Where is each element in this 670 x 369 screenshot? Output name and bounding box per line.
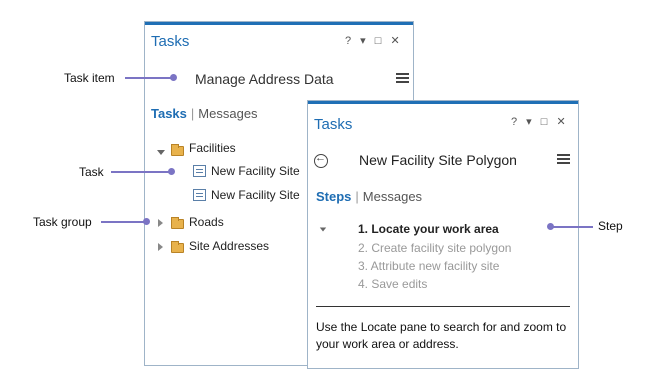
menu-icon[interactable] [557,154,570,165]
tab-separator: | [355,189,359,204]
pane-title: Tasks [314,116,353,133]
tasks-pane-front: Tasks ? ▾ □ ✕ New Facility Site Polygon … [307,100,579,369]
callout-line [101,221,147,223]
folder-icon [171,241,184,253]
folder-icon [171,144,184,156]
menu-icon[interactable] [396,73,409,84]
tab-messages[interactable]: Messages [363,189,422,204]
step-instructions: Use the Locate pane to search for and zo… [316,320,567,351]
back-arrow-icon[interactable] [314,152,328,168]
pane-accent-bar [308,101,578,104]
expand-arrow-icon[interactable] [157,150,165,155]
callout-task-group-label: Task group [33,215,92,229]
task-title: New Facility Site Polygon [359,152,517,168]
collapse-arrow-icon[interactable] [158,219,163,227]
callout-line [551,226,593,228]
pane-tabs: Steps | Messages [316,189,422,204]
callout-dot [168,168,175,175]
divider [316,306,570,307]
folder-icon [171,217,184,229]
window-controls[interactable]: ? ▾ □ ✕ [511,115,569,128]
task-icon [193,165,206,177]
callout-dot [170,74,177,81]
step-item[interactable]: 4. Save edits [358,277,427,291]
collapse-arrow-icon[interactable] [158,243,163,251]
callout-dot [143,218,150,225]
step-item[interactable]: 3. Attribute new facility site [358,259,499,273]
task-icon [193,189,206,201]
pane-accent-bar [145,22,413,25]
window-controls[interactable]: ? ▾ □ ✕ [345,34,403,47]
tree-item-task[interactable]: New Facility Site [211,187,300,203]
tree-item-site-addresses[interactable]: Site Addresses [189,238,269,254]
tree-item-facilities[interactable]: Facilities [189,140,236,156]
task-item-label[interactable]: Manage Address Data [195,71,334,87]
step-current[interactable]: 1. Locate your work area [358,222,499,236]
tab-messages[interactable]: Messages [198,106,257,121]
tree-item-task[interactable]: New Facility Site [211,163,300,179]
pane-title: Tasks [151,33,190,50]
callout-line [111,171,171,173]
tab-steps[interactable]: Steps [316,189,351,204]
expand-arrow-icon[interactable] [319,227,327,232]
tab-separator: | [190,106,195,121]
callout-task-item-label: Task item [64,71,115,85]
pane-tabs: Tasks | Messages [151,106,258,121]
tree-item-roads[interactable]: Roads [189,214,224,230]
step-item[interactable]: 2. Create facility site polygon [358,241,511,255]
tab-tasks[interactable]: Tasks [151,106,187,121]
callout-line [125,77,174,79]
callout-task-label: Task [79,165,104,179]
callout-step-label: Step [598,219,623,233]
